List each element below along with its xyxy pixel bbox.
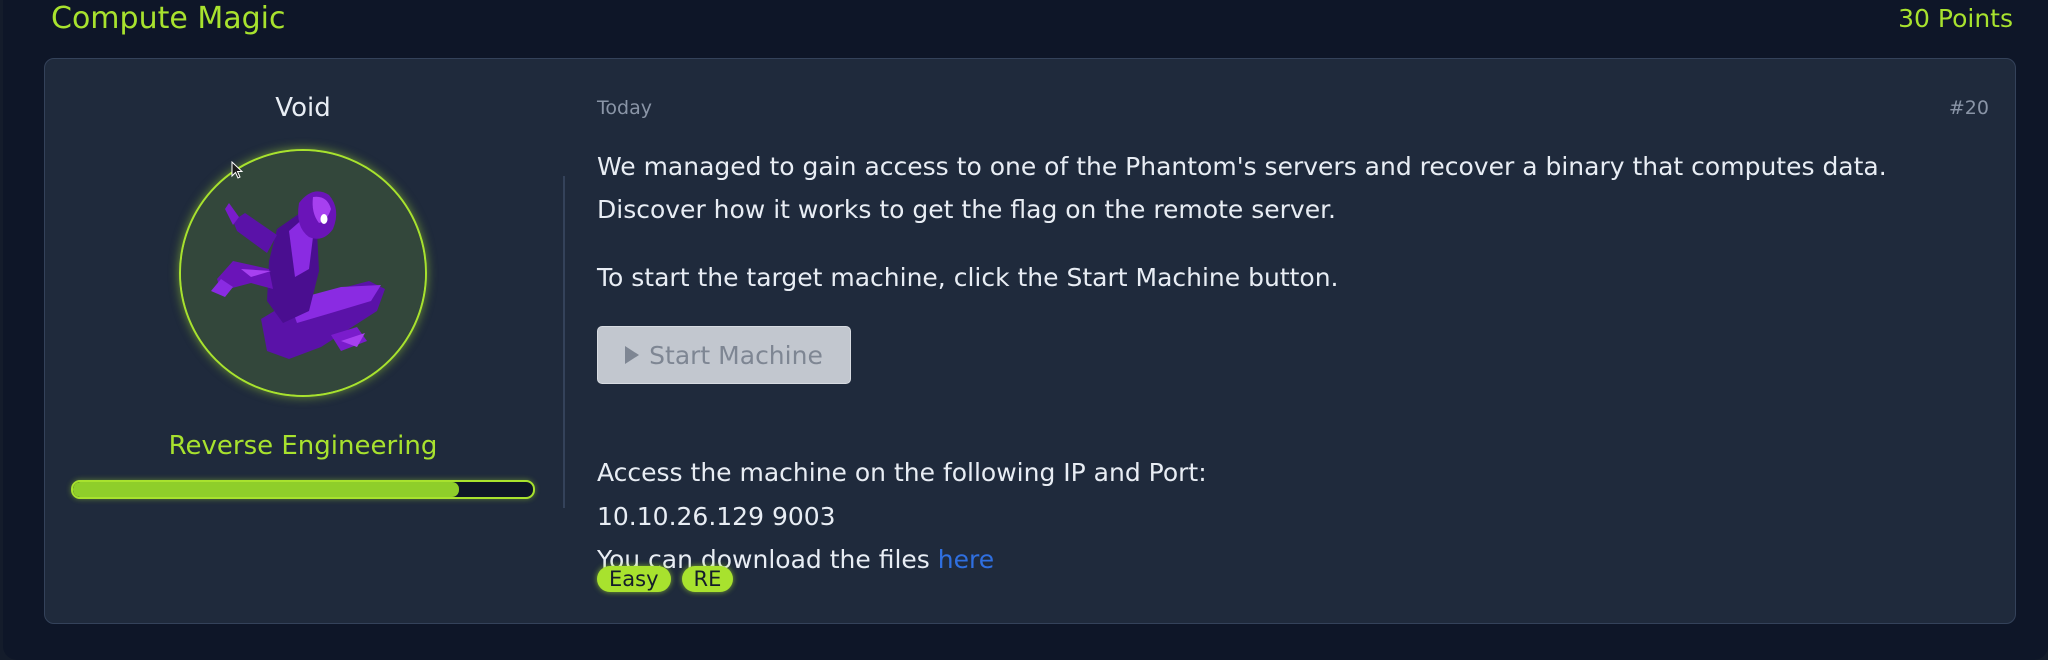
post-number[interactable]: #20: [1949, 97, 1989, 119]
progress-bar: [71, 480, 535, 499]
mouse-cursor-icon: [231, 161, 244, 179]
start-machine-label: Start Machine: [649, 340, 823, 370]
avatar-figure-icon: [181, 151, 425, 395]
post-card: Void Reverse Engineering Today #20 We ma…: [44, 58, 2016, 624]
post-date: Today: [597, 97, 652, 119]
progress-fill: [73, 482, 460, 497]
column-divider: [563, 176, 565, 508]
play-icon: [625, 346, 640, 364]
download-link[interactable]: here: [938, 545, 994, 574]
tag-list: Easy RE: [597, 566, 734, 592]
tag-difficulty[interactable]: Easy: [597, 566, 671, 592]
author-column: Void Reverse Engineering: [45, 59, 565, 623]
category-label: Reverse Engineering: [168, 431, 438, 461]
tag-category[interactable]: RE: [681, 566, 734, 592]
download-line: You can download the files here: [597, 538, 1997, 581]
challenge-points: 30 Points: [1898, 4, 2013, 33]
avatar[interactable]: [179, 149, 427, 397]
start-instructions: To start the target machine, click the S…: [597, 263, 1339, 292]
challenge-title: Compute Magic: [51, 1, 286, 36]
start-machine-button[interactable]: Start Machine: [597, 326, 851, 384]
author-name[interactable]: Void: [45, 93, 561, 123]
challenge-panel: Compute Magic 30 Points Void Reverse Eng…: [3, 0, 2048, 660]
access-text: Access the machine on the following IP a…: [597, 458, 1207, 487]
challenge-description: We managed to gain access to one of the …: [597, 152, 1887, 224]
ip-port: 10.10.26.129 9003: [597, 502, 836, 531]
